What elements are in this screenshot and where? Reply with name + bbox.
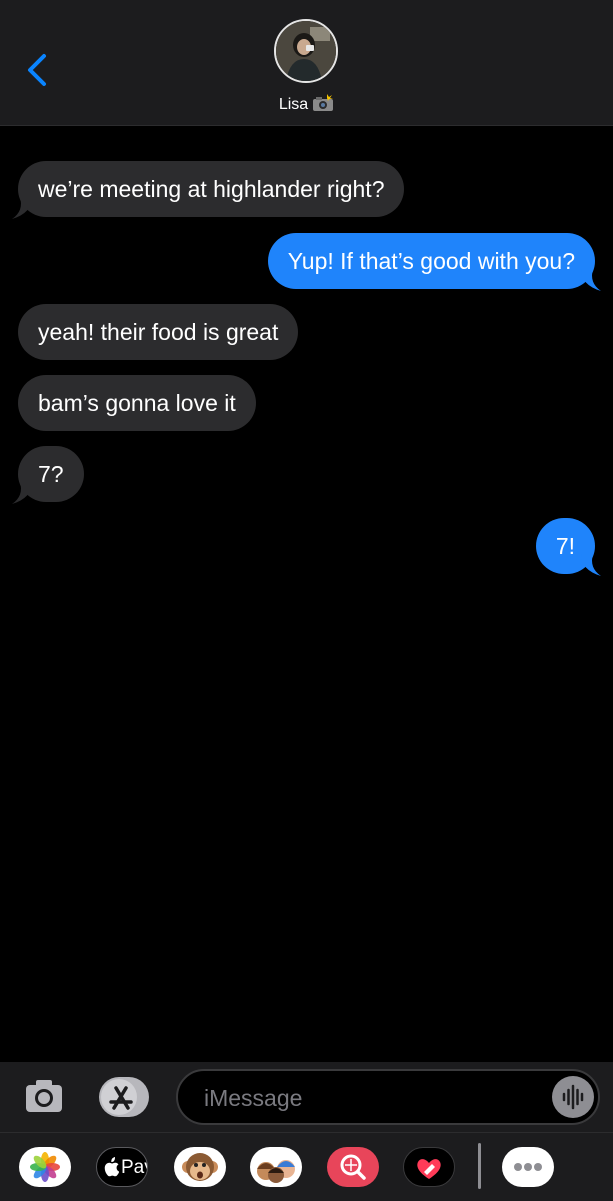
photos-app-button[interactable] [19,1147,71,1187]
audio-message-button[interactable] [552,1076,594,1118]
bubble-tail [581,554,601,576]
message-bubble-outgoing[interactable]: 7! [535,518,601,576]
photos-app-icon [30,1152,60,1182]
message-bubble-incoming[interactable]: we’re meeting at highlander right? [12,161,405,219]
more-apps-button[interactable] [502,1147,554,1187]
message-text: we’re meeting at highlander right? [38,176,385,202]
images-search-app-button[interactable] [327,1147,379,1187]
heart-touch-icon [417,1159,441,1179]
memoji-app-icon [257,1160,295,1183]
digital-touch-app-button[interactable] [403,1147,455,1187]
message-text: bam’s gonna love it [38,390,236,416]
app-store-button[interactable] [99,1077,149,1117]
contact-avatar[interactable] [274,19,338,83]
animoji-app-button[interactable] [174,1147,226,1187]
message-bubble-outgoing[interactable]: Yup! If that’s good with you? [267,233,601,291]
bubble-tail [12,482,32,504]
contact-name[interactable]: Lisa [0,94,613,117]
waveform-icon [562,1084,584,1110]
contact-name-label: Lisa [278,96,309,113]
images-search-icon [340,1154,366,1180]
message-composer [0,1062,613,1132]
chevron-left-icon [28,54,46,86]
apple-pay-app-button[interactable]: Pay [96,1147,148,1187]
conversation-header: Lisa [0,0,613,126]
message-text: 7? [38,461,64,487]
message-input[interactable] [202,1071,536,1125]
camera-button[interactable] [24,1078,64,1114]
more-icon [514,1163,542,1171]
apple-pay-label: Pay [121,1157,147,1178]
apple-logo-icon [104,1157,119,1177]
message-bubble-incoming[interactable]: 7? [12,446,84,504]
camera-icon [26,1080,62,1112]
message-bubble-incoming[interactable]: yeah! their food is great [18,304,299,360]
back-button[interactable] [20,48,56,92]
drawer-divider [478,1143,481,1189]
app-store-icon [109,1086,133,1110]
imessage-field[interactable] [176,1069,600,1125]
bubble-tail [581,269,601,291]
message-text: yeah! their food is great [38,319,279,345]
bubble-tail [12,197,32,219]
message-bubble-incoming[interactable]: bam’s gonna love it [18,375,256,431]
message-text: 7! [555,533,575,559]
app-drawer: Pay [0,1132,613,1201]
camera-with-flash-icon [312,94,334,117]
animoji-app-icon [182,1153,218,1181]
message-text: Yup! If that’s good with you? [287,248,575,274]
memoji-app-button[interactable] [250,1147,302,1187]
